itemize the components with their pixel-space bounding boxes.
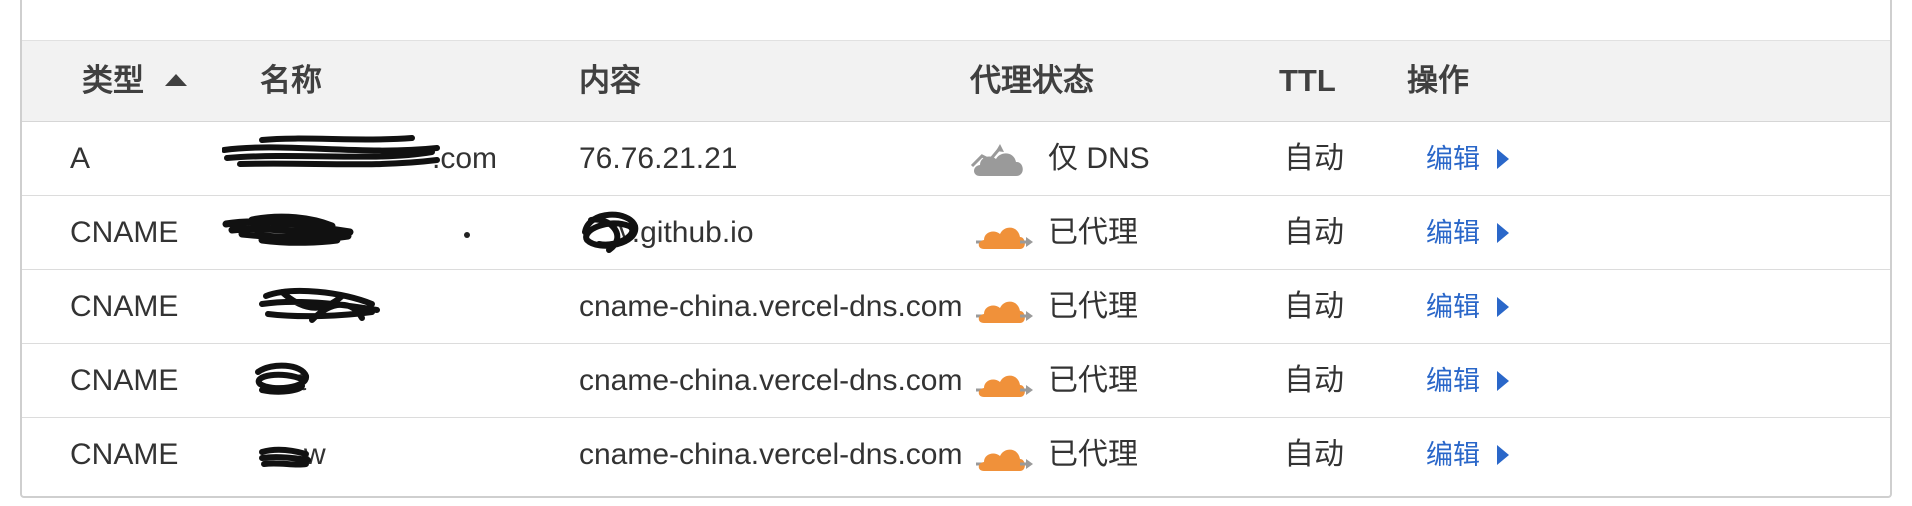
proxy-status[interactable]: 已代理 (970, 270, 1230, 344)
record-name: t (222, 344, 522, 418)
edit-button[interactable]: 编辑 (1426, 122, 1510, 196)
edit-button[interactable]: 编辑 (1426, 196, 1510, 270)
caret-right-icon (1496, 148, 1509, 169)
edit-label: 编辑 (1426, 440, 1480, 470)
record-ttl: 自动 (1284, 216, 1344, 249)
record-name (222, 270, 522, 344)
proxy-status[interactable]: 已代理 (970, 344, 1230, 418)
proxied-cloud-icon (976, 301, 1033, 323)
record-name: .com (222, 122, 522, 196)
record-name: w (222, 418, 522, 492)
record-ttl: 自动 (1284, 364, 1344, 397)
record-ttl: 自动 (1284, 142, 1344, 175)
record-content: cname-china.vercel-dns.com (579, 290, 963, 323)
column-header-name[interactable]: 名称 (260, 41, 322, 121)
record-content: cname-china.vercel-dns.com (579, 438, 963, 471)
record-ttl: 自动 (1284, 438, 1344, 471)
record-ttl: 自动 (1284, 290, 1344, 323)
edit-label: 编辑 (1426, 144, 1480, 174)
proxied-cloud-icon (976, 375, 1033, 397)
table-row: A .com 76.76.21.21 仅 DNS 自动 编辑 (22, 122, 1890, 196)
proxy-status[interactable]: 仅 DNS (970, 122, 1230, 196)
stray-dot (464, 232, 470, 238)
proxy-status[interactable]: 已代理 (970, 196, 1230, 270)
table-row: CNAME cname-china.vercel-dns.com 已代理 自动 … (22, 270, 1890, 344)
column-header-actions: 操作 (1407, 63, 1469, 98)
proxy-status-label: 已代理 (1048, 216, 1138, 249)
edit-label: 编辑 (1426, 292, 1480, 322)
caret-right-icon (1496, 222, 1509, 243)
edit-button[interactable]: 编辑 (1426, 418, 1510, 492)
dns-records-table: 类型 名称 内容 代理状态 TTL 操作 A .com 76.76.21.21 … (20, 0, 1892, 498)
proxied-cloud-icon (976, 449, 1033, 471)
column-header-ttl[interactable]: TTL (1279, 41, 1336, 121)
edit-label: 编辑 (1426, 366, 1480, 396)
record-type: CNAME (70, 438, 179, 471)
column-header-content[interactable]: 内容 (579, 41, 641, 121)
sort-up-arrow-icon (164, 73, 187, 86)
proxy-status-label: 已代理 (1048, 290, 1138, 323)
caret-right-icon (1496, 370, 1509, 391)
proxy-status-label: 仅 DNS (1048, 142, 1150, 175)
record-name (222, 196, 522, 270)
record-content: 76.76.21.21 (579, 142, 738, 175)
dns-only-cloud-icon (970, 144, 1023, 176)
column-header-type[interactable]: 类型 (82, 41, 189, 121)
table-row: CNAME t cname-china.vercel-dns.com 已代理 自… (22, 344, 1890, 418)
edit-button[interactable]: 编辑 (1426, 344, 1510, 418)
record-content: cname-china.vercel-dns.com (579, 364, 963, 397)
column-header-type-label: 类型 (82, 63, 144, 98)
column-header-proxy-status[interactable]: 代理状态 (970, 41, 1094, 121)
redaction-scribble (255, 362, 309, 395)
edit-button[interactable]: 编辑 (1426, 270, 1510, 344)
table-header: 类型 名称 内容 代理状态 TTL 操作 (22, 40, 1890, 122)
record-content: v.github.io (579, 196, 959, 270)
edit-label: 编辑 (1426, 218, 1480, 248)
record-type: CNAME (70, 216, 179, 249)
redaction-scribble (222, 213, 354, 246)
table-row: CNAME w cname-china.vercel-dns.com 已代理 自… (22, 418, 1890, 492)
redaction-scribble (259, 287, 380, 323)
redaction-scribble (259, 446, 311, 468)
caret-right-icon (1496, 296, 1509, 317)
redaction-scribble (222, 135, 440, 168)
record-type: CNAME (70, 364, 179, 397)
table-row: CNAME v.github.io 已代理 自动 编辑 (22, 196, 1890, 270)
redaction-scribble (582, 211, 639, 253)
proxied-cloud-icon (976, 227, 1033, 249)
caret-right-icon (1496, 444, 1509, 465)
record-type: A (70, 142, 91, 175)
record-type: CNAME (70, 290, 179, 323)
proxy-status[interactable]: 已代理 (970, 418, 1230, 492)
proxy-status-label: 已代理 (1048, 364, 1138, 397)
proxy-status-label: 已代理 (1048, 438, 1138, 471)
